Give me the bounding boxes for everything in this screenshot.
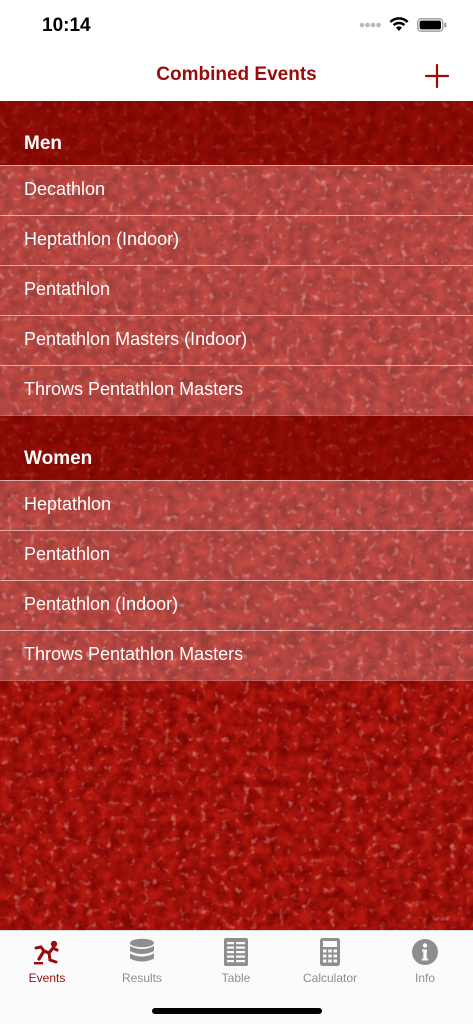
- battery-icon: [417, 17, 447, 32]
- section-header-label: Men: [24, 133, 62, 154]
- database-icon: [130, 938, 154, 962]
- status-bar: 10:14: [0, 0, 473, 52]
- list-item[interactable]: Throws Pentathlon Masters: [0, 365, 473, 415]
- signal-dots-icon: [359, 22, 381, 27]
- runner-icon: [34, 940, 59, 965]
- navigation-bar: Combined Events: [0, 52, 473, 101]
- list-item[interactable]: Pentathlon (Indoor): [0, 580, 473, 630]
- list-item[interactable]: Pentathlon: [0, 265, 473, 315]
- list-item-label: Heptathlon (Indoor): [24, 229, 180, 249]
- tab-label: Table: [221, 971, 251, 985]
- tab-label: Calculator: [302, 971, 358, 985]
- table-icon: [224, 938, 248, 966]
- list-item-label: Pentathlon (Indoor): [24, 594, 179, 614]
- section-header: Men: [0, 101, 473, 165]
- tab-label: Results: [121, 971, 162, 985]
- section-header-label: Women: [24, 448, 93, 469]
- list-item-label: Pentathlon Masters (Indoor): [24, 329, 248, 349]
- tab-label: Events: [28, 971, 66, 985]
- events-list: Men Decathlon Heptathlon (Indoor) Pentathlo…: [0, 101, 473, 681]
- list-item[interactable]: Decathlon: [0, 165, 473, 215]
- list-item-label: Heptathlon: [24, 494, 112, 514]
- calculator-icon: [320, 938, 340, 966]
- page-title: Combined Events: [156, 64, 317, 85]
- list-item-label: Decathlon: [24, 179, 106, 199]
- list-item[interactable]: Heptathlon: [0, 480, 473, 530]
- list-item[interactable]: Heptathlon (Indoor): [0, 215, 473, 265]
- tab-calculator[interactable]: Calculator: [290, 937, 370, 993]
- list-item[interactable]: Throws Pentathlon Masters: [0, 630, 473, 680]
- list-item[interactable]: Pentathlon: [0, 530, 473, 580]
- tab-table[interactable]: Table: [196, 937, 276, 993]
- tab-label: Info: [414, 971, 435, 985]
- status-icons: [359, 17, 447, 32]
- plus-icon[interactable]: [423, 62, 451, 90]
- tab-events[interactable]: Events: [7, 937, 87, 993]
- list-item[interactable]: Pentathlon Masters (Indoor): [0, 315, 473, 365]
- status-time: 10:14: [42, 15, 91, 36]
- tab-info[interactable]: Info: [385, 937, 465, 993]
- wifi-icon: [389, 17, 409, 31]
- tab-results[interactable]: Results: [102, 937, 182, 993]
- section-end-divider: [0, 680, 473, 681]
- list-item-label: Pentathlon: [24, 279, 111, 299]
- events-list-view[interactable]: Men Decathlon Heptathlon (Indoor) Pentathlo…: [0, 101, 473, 930]
- info-icon: [412, 939, 438, 965]
- list-item-label: Throws Pentathlon Masters: [24, 379, 244, 399]
- list-item-label: Throws Pentathlon Masters: [24, 644, 244, 664]
- section-header: Women: [0, 416, 473, 480]
- home-indicator: [152, 1008, 322, 1014]
- list-item-label: Pentathlon: [24, 544, 111, 564]
